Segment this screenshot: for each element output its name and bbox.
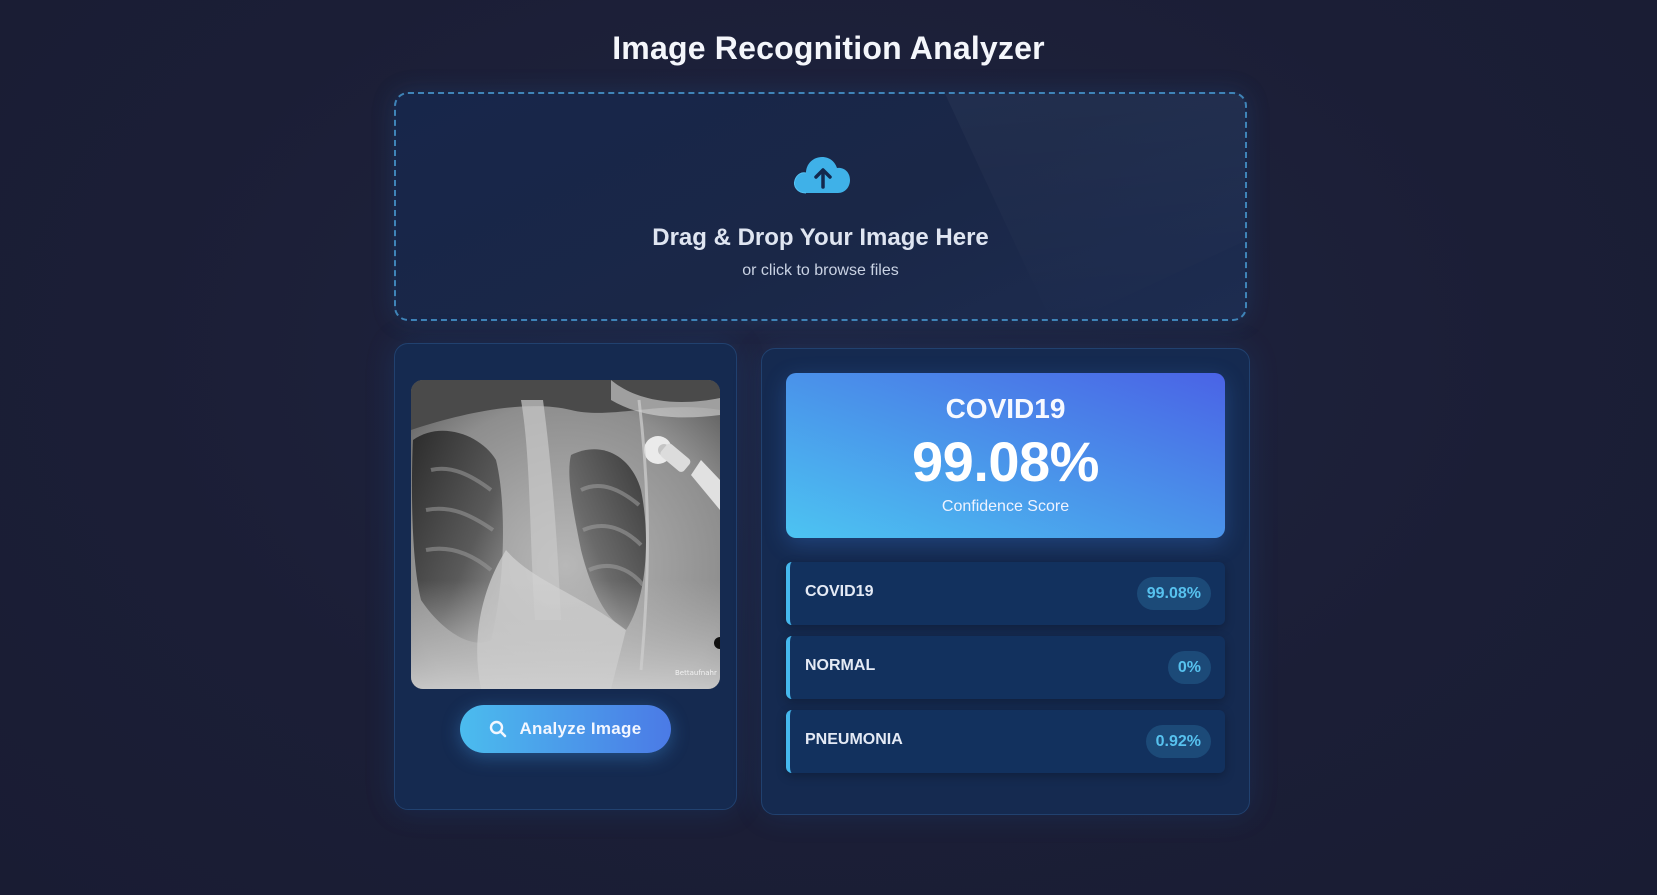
dropzone-sheen — [945, 94, 1245, 319]
cloud-upload-icon — [794, 157, 850, 194]
image-preview-panel: Bettaufnahr Analyze Image — [394, 343, 737, 810]
prediction-percent-badge: 0.92% — [1145, 725, 1211, 758]
top-prediction-label: COVID19 — [945, 393, 1066, 424]
prediction-percent-badge: 0% — [1167, 651, 1211, 684]
prediction-row-pneumonia: PNEUMONIA 0.92% — [786, 710, 1225, 773]
top-prediction-score: 99.08% — [912, 430, 1099, 493]
prediction-percent-badge: 99.08% — [1136, 577, 1211, 610]
page: Image Recognition Analyzer Drag & Drop Y… — [0, 0, 1657, 895]
confidence-caption: Confidence Score — [941, 498, 1070, 515]
prediction-row-normal: NORMAL 0% — [786, 636, 1225, 699]
prediction-label: NORMAL — [805, 657, 876, 674]
xray-graphic: Bettaufnahr — [411, 380, 720, 689]
results-panel: COVID19 99.08% Confidence Score COVID19 … — [761, 348, 1250, 815]
prediction-label: COVID19 — [805, 583, 874, 600]
analyze-image-button-label: Analyze Image — [519, 719, 642, 738]
analyze-image-button[interactable]: Analyze Image — [460, 705, 671, 753]
xray-watermark: Bettaufnahr — [675, 669, 717, 677]
prediction-row-covid19: COVID19 99.08% — [786, 562, 1225, 625]
search-icon — [490, 720, 507, 738]
prediction-label: PNEUMONIA — [805, 731, 903, 748]
page-title: Image Recognition Analyzer — [612, 30, 1045, 66]
dropzone-subtitle[interactable]: or click to browse files — [396, 262, 1245, 280]
image-dropzone[interactable]: Drag & Drop Your Image Here or click to … — [394, 92, 1247, 321]
dropzone-title: Drag & Drop Your Image Here — [652, 224, 989, 251]
chest-xray-image: Bettaufnahr — [411, 380, 720, 689]
top-prediction-card: COVID19 99.08% Confidence Score — [786, 373, 1225, 538]
